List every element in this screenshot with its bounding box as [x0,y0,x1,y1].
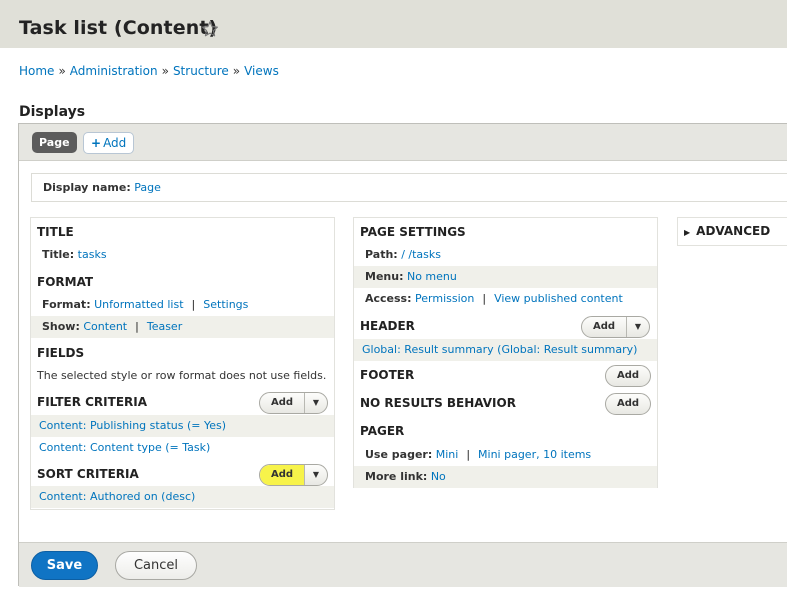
cancel-button[interactable]: Cancel [115,551,197,580]
triangle-right-icon: ▶ [684,228,691,237]
access-settings-link[interactable]: View published content [494,292,623,305]
use-pager-link[interactable]: Mini [436,448,459,461]
page-header: Task list (Content) [0,0,787,48]
filter-add-main[interactable]: Add [260,393,305,413]
views-display-box: Page + Add Display name: Page TITLE Title… [18,123,787,587]
path-link[interactable]: / /tasks [401,248,441,261]
plus-icon: + [91,136,102,150]
breadcrumb-administration[interactable]: Administration [70,64,158,78]
title-link[interactable]: tasks [78,248,107,261]
pager-settings-link[interactable]: Mini pager, 10 items [478,448,591,461]
more-link-label: More link: [365,470,428,483]
advanced-toggle[interactable]: ▶ ADVANCED [684,218,770,246]
filter-add-button: Add ▼ [259,392,328,414]
title-row: Title: tasks [31,244,334,266]
actions-bar: Save Cancel [19,542,787,587]
displays-heading: Displays [19,104,86,120]
show-link[interactable]: Content [83,320,127,333]
header-add-main[interactable]: Add [582,317,627,337]
advanced-label: ADVANCED [696,224,771,238]
header-add-button: Add ▼ [581,316,650,338]
column-third: ▶ ADVANCED [677,217,787,246]
breadcrumb-home[interactable]: Home [19,64,54,78]
menu-label: Menu: [365,270,404,283]
section-footer-heading: FOOTER [360,368,415,382]
section-page-settings-heading: PAGE SETTINGS [360,225,466,239]
section-header-heading: HEADER [360,319,415,333]
page-title: Task list (Content) [19,17,218,39]
menu-link[interactable]: No menu [407,270,457,283]
section-title-heading: TITLE [37,225,74,239]
filter-item-link[interactable]: Content: Publishing status (= Yes) [39,419,226,432]
caret-down-icon[interactable]: ▼ [627,317,649,337]
breadcrumb-structure[interactable]: Structure [173,64,229,78]
sort-add-main[interactable]: Add [260,465,305,485]
breadcrumb-separator: » [58,64,66,78]
filter-item: Content: Content type (= Task) [31,437,334,459]
access-row: Access: Permission | View published conten… [365,292,623,305]
show-settings-link[interactable]: Teaser [147,320,182,333]
caret-down-icon[interactable]: ▼ [305,465,327,485]
footer-add-button[interactable]: Add [605,365,651,387]
header-item: Global: Result summary (Global: Result s… [354,339,657,361]
title-label: Title: [42,248,75,261]
show-label: Show: [42,320,80,333]
section-filter-heading: FILTER CRITERIA [37,395,148,409]
more-link-value[interactable]: No [431,470,446,483]
access-label: Access: [365,292,412,305]
filter-item: Content: Publishing status (= Yes) [31,415,334,437]
use-pager-label: Use pager: [365,448,433,461]
menu-row: Menu: No menu [354,266,657,288]
breadcrumb-views[interactable]: Views [244,64,279,78]
format-label: Format: [42,298,91,311]
show-row: Show: Content | Teaser [31,316,334,338]
section-format-heading: FORMAT [37,275,94,289]
pager-more-row: More link: No [354,466,657,488]
star-icon[interactable] [201,20,219,38]
display-name-bar: Display name: Page [31,173,787,202]
breadcrumb: Home» Administration» Structure» Views [19,64,279,78]
section-sort-heading: SORT CRITERIA [37,467,139,481]
save-button[interactable]: Save [31,551,98,580]
sort-item-link[interactable]: Content: Authored on (desc) [39,490,195,503]
breadcrumb-separator: » [232,64,241,78]
caret-down-icon[interactable]: ▼ [305,393,327,413]
add-display-button[interactable]: + Add [83,132,135,154]
breadcrumb-separator: » [161,64,169,78]
header-item-link[interactable]: Global: Result summary (Global: Result s… [362,343,637,356]
column-first: TITLE Title: tasks FORMAT Format: Unform… [30,217,335,510]
section-no-results-heading: NO RESULTS BEHAVIOR [360,396,516,410]
section-pager-heading: PAGER [360,424,405,438]
display-name-link[interactable]: Page [134,181,161,194]
no-results-add-button[interactable]: Add [605,393,651,415]
path-label: Path: [365,248,398,261]
format-link[interactable]: Unformatted list [94,298,183,311]
format-row: Format: Unformatted list | Settings [42,298,249,311]
tab-page[interactable]: Page [32,132,77,153]
display-name-label: Display name: [43,181,131,194]
column-second: PAGE SETTINGS Path: / /tasks Menu: No me… [353,217,658,488]
filter-item-link[interactable]: Content: Content type (= Task) [39,441,210,454]
pager-use-row: Use pager: Mini | Mini pager, 10 items [365,448,592,461]
section-fields-heading: FIELDS [37,346,85,360]
add-display-label: Add [103,136,127,150]
sort-add-button: Add ▼ [259,464,328,486]
display-tab-bar: Page + Add [19,124,787,161]
format-settings-link[interactable]: Settings [203,298,248,311]
access-link[interactable]: Permission [415,292,474,305]
fields-note: The selected style or row format does no… [37,369,327,382]
sort-item: Content: Authored on (desc) [31,486,334,508]
path-row: Path: / /tasks [354,244,657,266]
